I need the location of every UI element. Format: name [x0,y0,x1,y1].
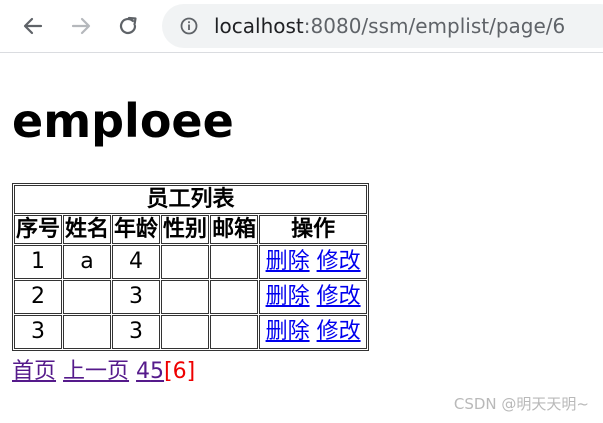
cell-gender [161,280,210,314]
column-header-gender: 性别 [161,215,210,244]
previous-page-link[interactable]: 上一页 [63,359,129,384]
cell-name [63,315,112,349]
table-row: 3 3 删除 修改 [14,315,368,349]
column-header-actions: 操作 [259,215,368,244]
cell-id: 2 [14,280,63,314]
delete-link[interactable]: 删除 [266,319,310,344]
current-page: [6] [164,359,196,384]
pagination: 首页 上一页 45[6] [12,357,195,387]
browser-toolbar: localhost:8080/ssm/emplist/page/6 [0,0,603,53]
cell-age: 4 [112,245,161,279]
first-page-link[interactable]: 首页 [12,359,56,384]
cell-name: a [63,245,112,279]
arrow-left-icon [23,17,43,35]
url-text[interactable]: localhost:8080/ssm/emplist/page/6 [214,15,565,37]
cell-actions: 删除 修改 [259,315,368,349]
cell-id: 1 [14,245,63,279]
arrow-right-icon [71,17,91,35]
cell-id: 3 [14,315,63,349]
cell-age: 3 [112,280,161,314]
cell-name [63,280,112,314]
reload-button[interactable] [112,10,144,42]
delete-link[interactable]: 删除 [266,249,310,274]
forward-button[interactable] [65,10,97,42]
edit-link[interactable]: 修改 [317,249,361,274]
cell-actions: 删除 修改 [259,245,368,279]
column-header-name: 姓名 [63,215,112,244]
page-link-4[interactable]: 4 [136,359,150,384]
employee-table: 员工列表 序号 姓名 年龄 性别 邮箱 操作 1 a 4 删除 修改 2 3 删… [12,183,370,351]
cell-age: 3 [112,315,161,349]
table-row: 2 3 删除 修改 [14,280,368,314]
edit-link[interactable]: 修改 [317,284,361,309]
table-caption: 员工列表 [14,185,368,214]
url-host: localhost [214,14,304,38]
url-path: :8080/ssm/emplist/page/6 [303,14,566,38]
cell-gender [161,245,210,279]
delete-link[interactable]: 删除 [266,284,310,309]
cell-actions: 删除 修改 [259,280,368,314]
edit-link[interactable]: 修改 [317,319,361,344]
watermark: CSDN @明天天明~ [453,395,589,413]
cell-email [210,245,259,279]
column-header-id: 序号 [14,215,63,244]
info-icon[interactable] [180,17,198,35]
page-title: emploee [12,94,234,148]
page-link-5[interactable]: 5 [150,359,164,384]
cell-gender [161,315,210,349]
page-content: emploee [12,93,234,149]
column-header-email: 邮箱 [210,215,259,244]
address-bar[interactable]: localhost:8080/ssm/emplist/page/6 [162,4,603,48]
cell-email [210,280,259,314]
table-row: 1 a 4 删除 修改 [14,245,368,279]
back-button[interactable] [17,10,49,42]
reload-icon [119,16,137,35]
table-header-row: 序号 姓名 年龄 性别 邮箱 操作 [14,215,368,244]
cell-email [210,315,259,349]
column-header-age: 年龄 [112,215,161,244]
